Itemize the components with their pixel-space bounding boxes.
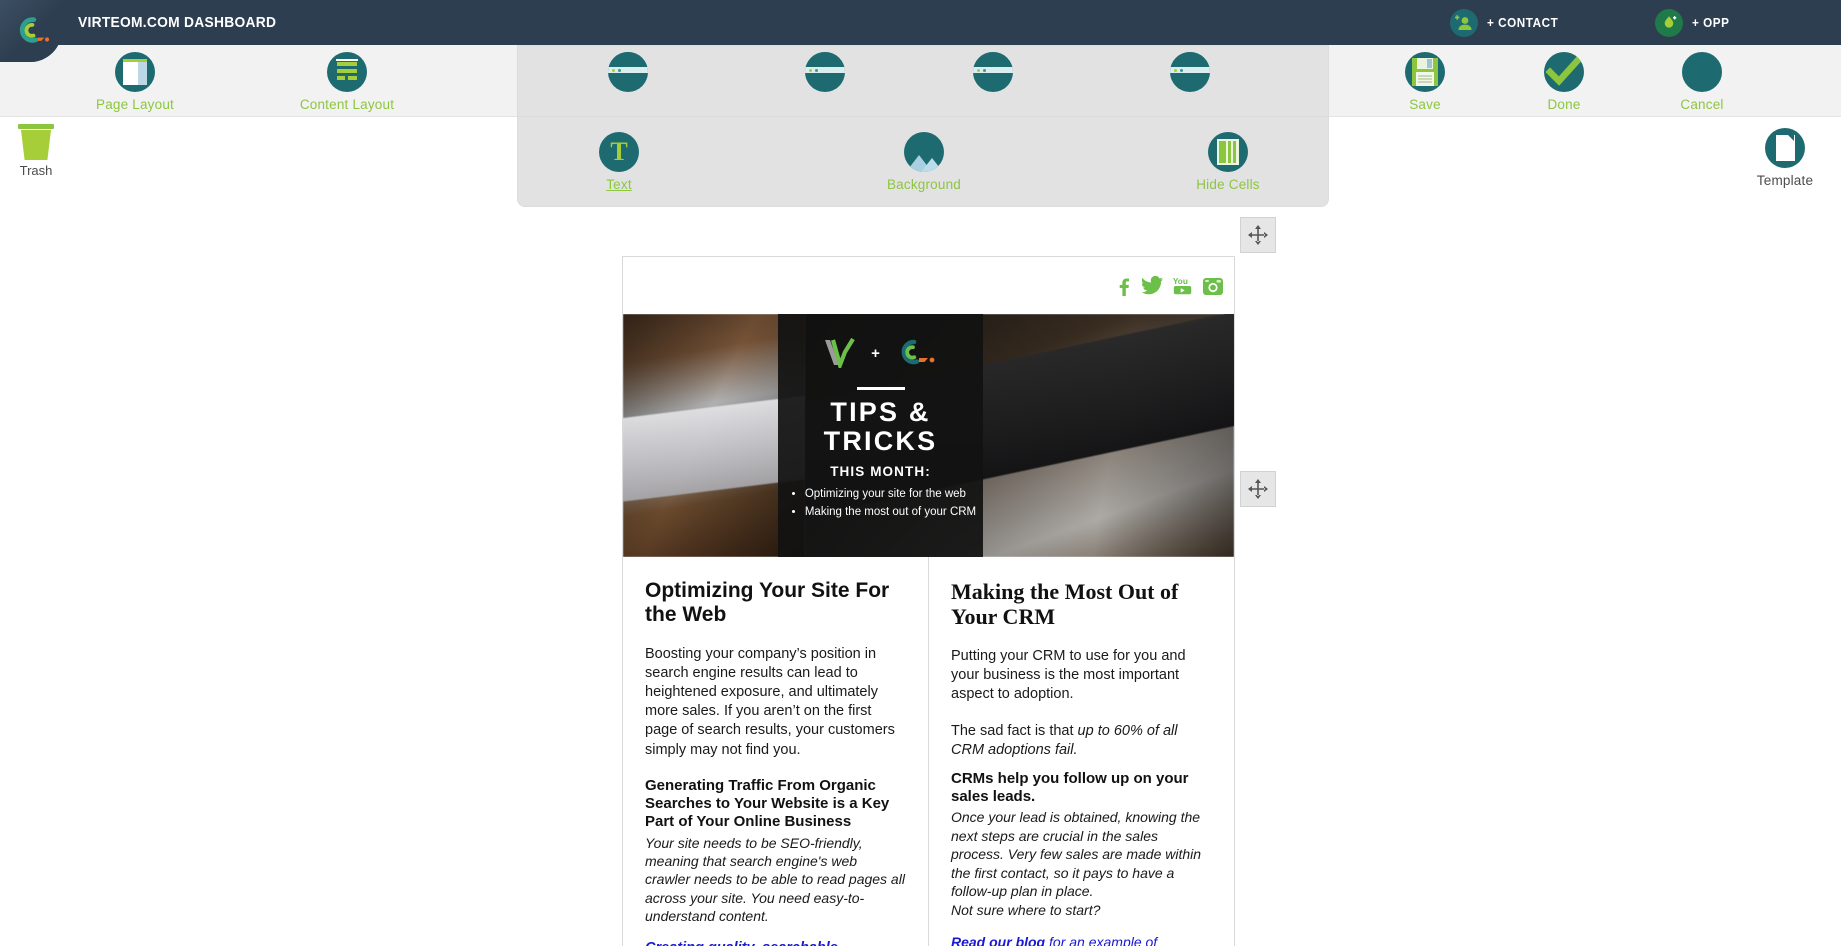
article-heading: Making the Most Out of Your CRM	[951, 579, 1179, 630]
tool-cancel[interactable]: Cancel	[1642, 52, 1762, 112]
instagram-icon[interactable]	[1202, 275, 1224, 297]
move-arrows-icon	[1248, 225, 1268, 245]
trash-icon	[18, 124, 54, 160]
tool-hide-cells[interactable]: Hide Cells	[1168, 132, 1288, 192]
hero-bullet: Optimizing your site for the web	[805, 485, 976, 504]
three-column-layout-icon	[973, 52, 1013, 92]
save-icon	[1405, 52, 1445, 92]
social-bar: You	[623, 257, 1234, 314]
article-fact-prefix: The sad fact is that	[951, 722, 1078, 739]
article-cutoff-text: Creating quality, searchable	[645, 940, 906, 946]
svg-text:You: You	[1173, 277, 1188, 286]
tool-background-label: Background	[886, 177, 962, 192]
hero-title-line1: TIPS &	[830, 397, 931, 427]
tool-text[interactable]: T Text	[559, 132, 679, 192]
youtube-icon[interactable]: You	[1172, 275, 1194, 297]
top-bar: VIRTEOM.COM DASHBOARD + CONTACT + OPP	[0, 0, 1841, 45]
tool-cancel-label: Cancel	[1680, 97, 1724, 112]
hero-logos: +	[823, 332, 938, 374]
hero-subtitle: THIS MONTH:	[830, 463, 931, 479]
hero-bullet: Making the most out of your CRM	[805, 503, 976, 522]
article-subbody: Once your lead is obtained, knowing the …	[951, 809, 1202, 900]
tool-layout-3col[interactable]	[933, 52, 1053, 92]
content-layout-icon	[327, 52, 367, 92]
two-column-layout-icon	[805, 52, 845, 92]
tool-content-layout-label: Content Layout	[299, 97, 395, 112]
tool-text-label: Text	[606, 177, 632, 192]
template-button[interactable]: Template	[1735, 128, 1835, 188]
add-opportunity-button[interactable]: + OPP	[1655, 0, 1734, 45]
cancel-icon	[1682, 52, 1722, 92]
article-heading: Optimizing Your Site For the Web	[645, 579, 890, 626]
article-intro: Boosting your company’s position in sear…	[645, 645, 895, 758]
tool-page-layout-label: Page Layout	[95, 97, 174, 112]
facebook-icon[interactable]	[1112, 275, 1134, 297]
newsletter-canvas: You + TIPS & TRICKS THIS MONTH: • Optimi…	[622, 256, 1235, 946]
tool-layout-2col[interactable]	[765, 52, 885, 92]
article-intro: Putting your CRM to use for you and your…	[951, 648, 1186, 703]
article-link-suffix: for an example of	[1045, 934, 1158, 946]
article-column-left[interactable]: Optimizing Your Site For the Web Boostin…	[623, 557, 929, 946]
article-subheading: Generating Traffic From Organic Searches…	[645, 776, 890, 831]
tool-done-label: Done	[1547, 97, 1581, 112]
hero-bullet-list: Optimizing your site for the web Making …	[785, 485, 976, 522]
article-fact: The sad fact is that up to 60% of all CR…	[951, 722, 1212, 760]
hero-title-line2: TRICKS	[823, 425, 938, 456]
drag-handle-columns[interactable]	[1240, 471, 1276, 507]
tool-layout-1col[interactable]	[568, 52, 688, 92]
tool-save[interactable]: Save	[1365, 52, 1485, 112]
hero-overlay: + TIPS & TRICKS THIS MONTH: Optimizing y…	[778, 314, 983, 557]
move-arrows-icon	[1248, 479, 1268, 499]
read-our-blog-link[interactable]: Read our blog	[951, 934, 1045, 946]
tool-save-label: Save	[1409, 97, 1441, 112]
add-contact-label: + CONTACT	[1487, 15, 1559, 30]
add-opportunity-label: + OPP	[1692, 15, 1730, 30]
article-column-right[interactable]: Making the Most Out of Your CRM Putting …	[929, 557, 1234, 946]
four-column-layout-icon	[1170, 52, 1210, 92]
text-icon: T	[599, 132, 639, 172]
hero-divider	[856, 387, 905, 390]
article-subheading: CRMs help you follow up on your sales le…	[951, 769, 1189, 806]
twitter-icon[interactable]	[1142, 275, 1164, 297]
tool-hide-cells-label: Hide Cells	[1196, 177, 1260, 192]
tool-done[interactable]: Done	[1504, 52, 1624, 112]
template-label: Template	[1756, 173, 1814, 188]
page-layout-icon	[115, 52, 155, 92]
tool-page-layout[interactable]: Page Layout	[75, 52, 195, 112]
hide-cells-icon	[1208, 132, 1248, 172]
add-contact-icon	[1450, 8, 1478, 37]
tool-content-layout[interactable]: Content Layout	[287, 52, 407, 112]
article-columns: Optimizing Your Site For the Web Boostin…	[623, 557, 1234, 946]
trash-button[interactable]: Trash	[10, 124, 62, 178]
drag-handle-header[interactable]	[1240, 217, 1276, 253]
checkmark-icon	[1544, 52, 1584, 92]
tool-background[interactable]: Background	[864, 132, 984, 192]
tool-layout-4col[interactable]	[1130, 52, 1250, 92]
add-contact-button[interactable]: + CONTACT	[1450, 0, 1566, 45]
one-column-layout-icon	[608, 52, 648, 92]
template-icon	[1765, 128, 1805, 168]
hero-plus: +	[871, 344, 880, 362]
article-link-line: Read our blog for an example of	[951, 933, 1212, 946]
add-opportunity-icon	[1655, 8, 1683, 37]
virteom-logo[interactable]	[0, 0, 62, 62]
virteom-logo-icon	[901, 339, 935, 365]
partner-logo-icon	[825, 338, 855, 368]
page-title: VIRTEOM.COM DASHBOARD	[78, 14, 277, 31]
article-subbody-2: Not sure where to start?	[951, 901, 1101, 918]
article-subbody: Your site needs to be SEO-friendly, mean…	[645, 834, 905, 925]
background-image-icon	[904, 132, 944, 172]
trash-label: Trash	[19, 163, 53, 178]
hero-banner: + TIPS & TRICKS THIS MONTH: Optimizing y…	[623, 314, 1234, 557]
